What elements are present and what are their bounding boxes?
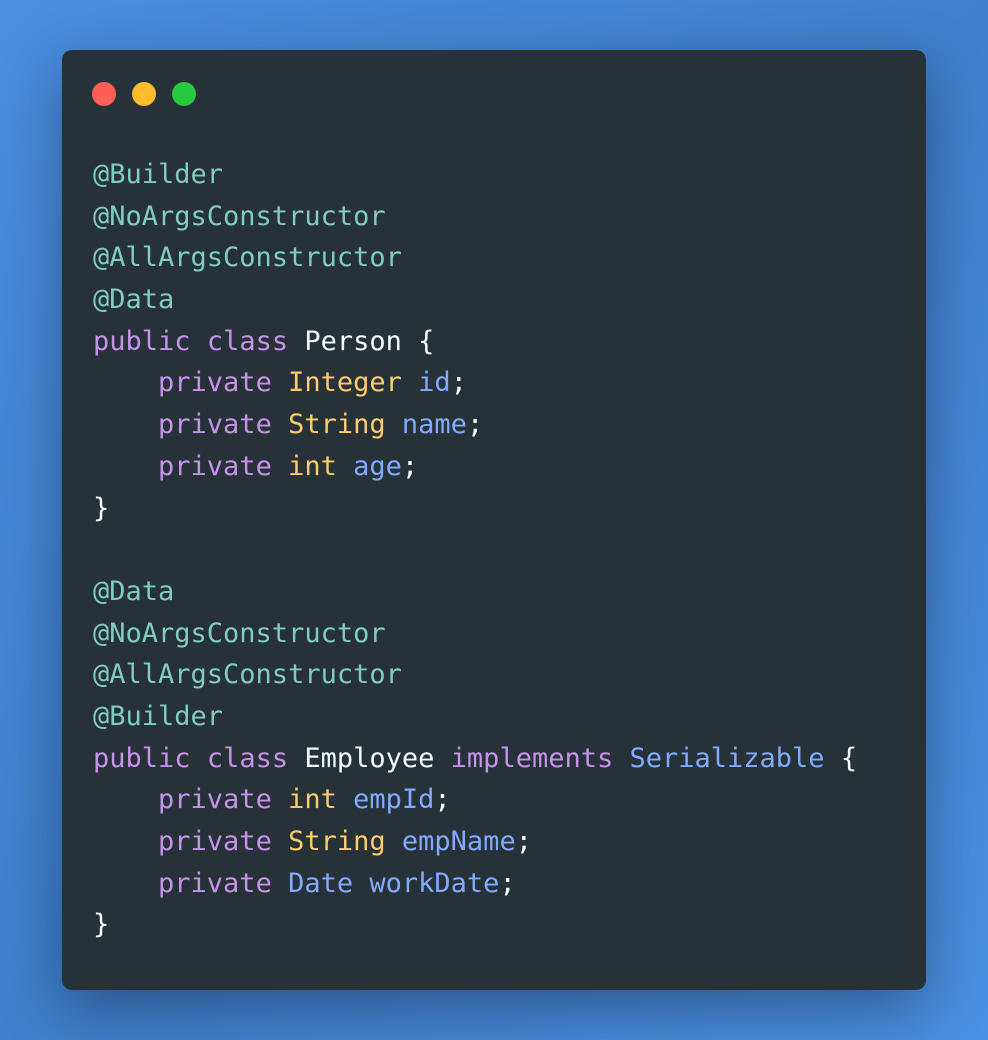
code-line: private Date workDate;	[93, 863, 857, 905]
code-token-punct: ;	[434, 784, 451, 816]
window-controls	[92, 82, 196, 106]
code-token-annotation: @Data	[93, 284, 175, 316]
code-token-punct	[272, 451, 288, 482]
code-line: @Data	[93, 279, 857, 321]
code-token-punct	[272, 409, 288, 440]
code-token-punct	[386, 826, 402, 857]
code-token-punct	[93, 826, 158, 857]
code-token-annotation: @Builder	[93, 700, 224, 732]
code-token-field: name	[401, 409, 467, 441]
code-line: private int age;	[93, 446, 857, 488]
code-token-class: Person	[304, 325, 402, 357]
code-token-punct	[191, 743, 207, 774]
code-token-punct	[93, 868, 158, 899]
code-token-type: Integer	[288, 367, 402, 399]
code-token-punct: ;	[515, 826, 532, 857]
code-token-punct	[191, 326, 207, 357]
code-token-keyword: private	[158, 826, 272, 857]
code-token-punct	[93, 367, 158, 398]
code-token-type: int	[288, 450, 337, 482]
code-token-keyword: private	[158, 367, 272, 399]
code-token-punct: ;	[499, 867, 516, 899]
minimize-button[interactable]	[132, 82, 156, 106]
code-token-punct	[288, 743, 304, 774]
code-token-punct	[434, 743, 450, 774]
close-button[interactable]	[92, 82, 116, 106]
code-token-annotation: @AllArgsConstructor	[93, 242, 402, 274]
code-line: }	[93, 904, 857, 946]
code-line: private Integer id;	[93, 362, 857, 404]
code-token-punct: {	[824, 742, 858, 774]
maximize-button[interactable]	[172, 82, 196, 106]
code-token-punct	[288, 326, 304, 357]
code-line: @NoArgsConstructor	[93, 613, 857, 655]
code-token-keyword: class	[206, 742, 289, 774]
code-token-field: id	[418, 367, 451, 399]
code-block: @Builder @NoArgsConstructor @AllArgsConstr…	[93, 154, 857, 946]
code-line: public class Employee implements Seriali…	[93, 738, 857, 780]
code-token-keyword: private	[158, 867, 272, 899]
code-token-field: empId	[353, 784, 435, 816]
code-token-punct	[93, 451, 158, 482]
code-token-punct	[93, 409, 158, 440]
code-line: @Builder	[93, 154, 857, 196]
code-token-punct	[272, 784, 288, 815]
code-token-type: int	[288, 784, 337, 816]
code-line: @AllArgsConstructor	[93, 654, 857, 696]
code-token-punct	[402, 367, 418, 398]
code-line: private int empId;	[93, 779, 857, 821]
code-token-punct	[386, 409, 402, 440]
code-token-annotation: @Builder	[93, 159, 224, 190]
code-token-keyword: private	[158, 784, 272, 816]
code-line: public class Person {	[93, 321, 857, 363]
code-token-keyword: public	[93, 742, 191, 774]
code-token-punct	[93, 784, 158, 815]
code-token-punct	[337, 451, 353, 482]
code-token-punct: ;	[450, 367, 467, 399]
code-token-punct	[353, 868, 369, 899]
code-token-punct: }	[93, 492, 110, 524]
code-token-punct: ;	[466, 409, 484, 441]
code-line: @NoArgsConstructor	[93, 196, 857, 238]
code-token-keyword: class	[206, 325, 289, 357]
code-token-punct	[337, 784, 353, 815]
code-window: @Builder @NoArgsConstructor @AllArgsConstr…	[62, 50, 926, 990]
code-token-punct	[613, 743, 629, 774]
code-token-punct	[272, 868, 288, 899]
code-token-field: empName	[401, 826, 516, 857]
code-token-iface: Serializable	[629, 742, 825, 774]
code-token-type: String	[288, 826, 386, 857]
code-token-annotation: @AllArgsConstructor	[93, 659, 402, 691]
code-token-class: Employee	[304, 742, 435, 774]
code-token-punct: {	[401, 325, 435, 357]
code-line: @Builder	[93, 696, 857, 738]
code-token-annotation: @NoArgsConstructor	[93, 617, 386, 649]
code-line: private String name;	[93, 404, 857, 446]
code-line: @Data	[93, 571, 857, 613]
code-line: @AllArgsConstructor	[93, 237, 857, 279]
code-line: }	[93, 488, 857, 530]
code-token-annotation: @NoArgsConstructor	[93, 200, 386, 232]
code-token-punct	[272, 826, 288, 857]
code-token-field: workDate	[369, 867, 500, 899]
code-token-annotation: @Data	[93, 575, 175, 607]
code-token-punct: ;	[401, 450, 419, 482]
code-token-keyword: public	[93, 325, 191, 357]
code-token-keyword: private	[158, 409, 272, 441]
code-token-keyword: private	[158, 450, 272, 482]
code-token-type: String	[288, 409, 386, 441]
code-token-keyword: implements	[450, 742, 614, 774]
code-token-punct	[272, 367, 288, 398]
code-token-field: age	[353, 450, 402, 482]
code-line: private String empName;	[93, 821, 857, 863]
code-token-iface: Date	[288, 867, 354, 899]
code-token-punct: }	[93, 909, 110, 941]
